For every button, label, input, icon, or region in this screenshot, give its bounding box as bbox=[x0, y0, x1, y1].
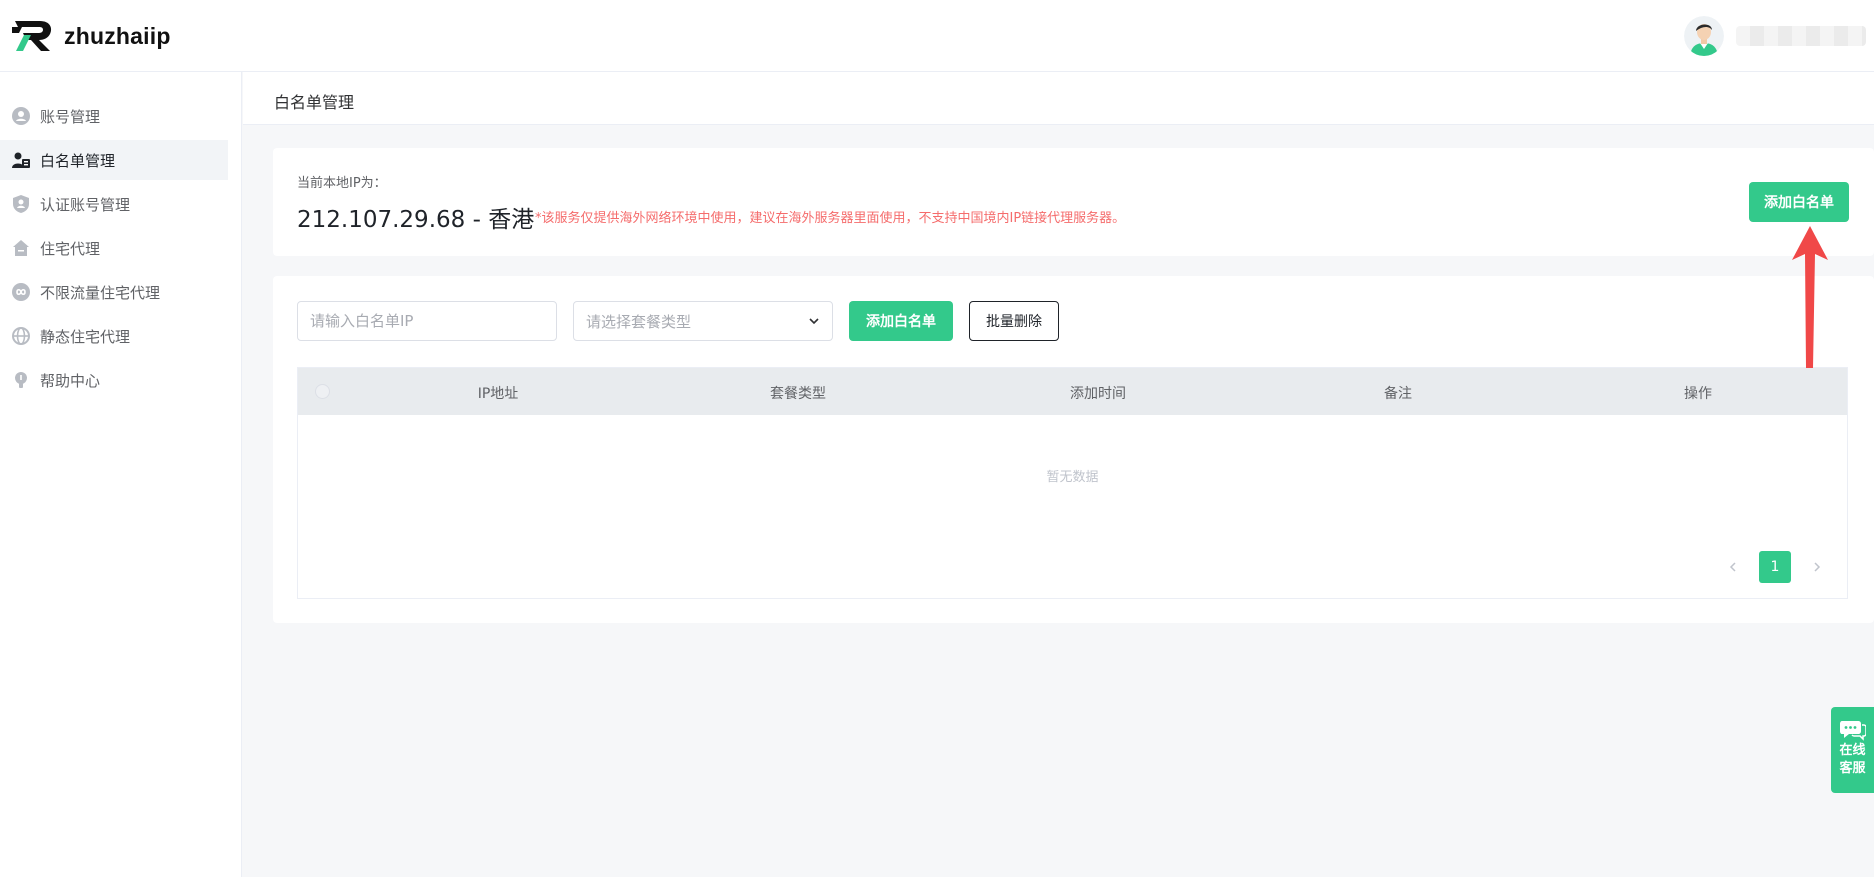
chat-label-line1: 在线 bbox=[1839, 743, 1866, 758]
local-ip-value: 212.107.29.68 - 香港 bbox=[297, 207, 535, 233]
sidebar-item-whitelist[interactable]: 白名单管理 bbox=[0, 140, 228, 180]
whitelist-ip-input[interactable] bbox=[297, 301, 557, 341]
usage-warning: *该服务仅提供海外网络环境中使用，建议在海外服务器里面使用，不支持中国境内IP链… bbox=[535, 211, 1126, 226]
sidebar-item-label: 认证账号管理 bbox=[40, 195, 131, 214]
brand-name: zhuzhaiip bbox=[64, 22, 171, 49]
annotation-arrow bbox=[1792, 226, 1828, 368]
package-type-select[interactable]: 请选择套餐类型 bbox=[573, 301, 833, 341]
sidebar-item-label: 静态住宅代理 bbox=[40, 327, 131, 346]
sidebar-item-residential-proxy[interactable]: 住宅代理 bbox=[0, 228, 228, 268]
empty-state-text: 暂无数据 bbox=[1046, 470, 1099, 485]
sidebar-item-account[interactable]: 账号管理 bbox=[0, 96, 228, 136]
chevron-down-icon bbox=[809, 318, 819, 325]
lightbulb-icon bbox=[12, 371, 30, 389]
online-support-button[interactable]: 在线 客服 bbox=[1831, 707, 1874, 793]
column-remark: 备注 bbox=[1384, 386, 1412, 402]
select-all-checkbox[interactable] bbox=[315, 384, 330, 399]
chat-bubble-icon bbox=[1839, 721, 1866, 741]
whitelist-panel: 请选择套餐类型 添加白名单 批量删除 IP地址 套餐类型 添加时间 备注 操作 … bbox=[273, 276, 1874, 623]
top-header: zhuzhaiip bbox=[0, 0, 1874, 72]
sidebar-item-help-center[interactable]: 帮助中心 bbox=[0, 360, 228, 400]
column-ip-address: IP地址 bbox=[477, 386, 519, 402]
sidebar-item-static-proxy[interactable]: 静态住宅代理 bbox=[0, 316, 228, 356]
user-menu[interactable] bbox=[1684, 16, 1874, 56]
package-type-placeholder: 请选择套餐类型 bbox=[586, 312, 692, 331]
brand-logo[interactable]: zhuzhaiip bbox=[12, 18, 171, 54]
prev-page-button[interactable] bbox=[1719, 551, 1747, 583]
column-package-type: 套餐类型 bbox=[770, 386, 826, 402]
house-icon bbox=[12, 239, 30, 257]
page-number-current[interactable]: 1 bbox=[1759, 551, 1791, 583]
user-list-icon bbox=[12, 151, 30, 169]
user-circle-icon bbox=[12, 107, 30, 125]
page-header: 白名单管理 bbox=[243, 72, 1874, 125]
shield-user-icon bbox=[12, 195, 30, 213]
sidebar-item-label: 账号管理 bbox=[40, 107, 101, 126]
page-title: 白名单管理 bbox=[274, 93, 355, 112]
chevron-left-icon bbox=[1729, 562, 1736, 572]
user-avatar-icon bbox=[1684, 16, 1724, 56]
chat-label-line2: 客服 bbox=[1839, 761, 1866, 776]
sidebar-item-label: 住宅代理 bbox=[40, 239, 101, 258]
add-whitelist-top-button[interactable]: 添加白名单 bbox=[1749, 182, 1849, 222]
column-actions: 操作 bbox=[1684, 386, 1712, 402]
sidebar-item-label: 白名单管理 bbox=[40, 151, 116, 170]
chevron-right-icon bbox=[1814, 562, 1821, 572]
globe-icon bbox=[12, 327, 30, 345]
table-header: IP地址 套餐类型 添加时间 备注 操作 bbox=[298, 368, 1847, 415]
local-ip-card: 当前本地IP为： 212.107.29.68 - 香港 *该服务仅提供海外网络环… bbox=[273, 148, 1874, 256]
whitelist-table: IP地址 套餐类型 添加时间 备注 操作 暂无数据 1 bbox=[297, 367, 1848, 599]
batch-delete-button[interactable]: 批量删除 bbox=[969, 301, 1059, 341]
sidebar-item-unlimited-proxy[interactable]: 不限流量住宅代理 bbox=[0, 272, 228, 312]
infinity-icon bbox=[12, 283, 30, 301]
add-whitelist-button[interactable]: 添加白名单 bbox=[849, 301, 953, 341]
avatar[interactable] bbox=[1684, 16, 1724, 56]
username-redacted bbox=[1736, 26, 1866, 46]
local-ip-label: 当前本地IP为： bbox=[297, 176, 387, 191]
pagination: 1 bbox=[1719, 551, 1831, 583]
logo-icon bbox=[12, 21, 52, 51]
sidebar-item-label: 不限流量住宅代理 bbox=[40, 283, 161, 302]
sidebar-item-certified-accounts[interactable]: 认证账号管理 bbox=[0, 184, 228, 224]
sidebar-nav: 账号管理 白名单管理 认证账号管理 住宅代理 不限流量住宅代理 静态住宅代理 帮… bbox=[0, 72, 242, 877]
sidebar-item-label: 帮助中心 bbox=[40, 371, 101, 390]
column-added-time: 添加时间 bbox=[1070, 386, 1126, 402]
next-page-button[interactable] bbox=[1803, 551, 1831, 583]
